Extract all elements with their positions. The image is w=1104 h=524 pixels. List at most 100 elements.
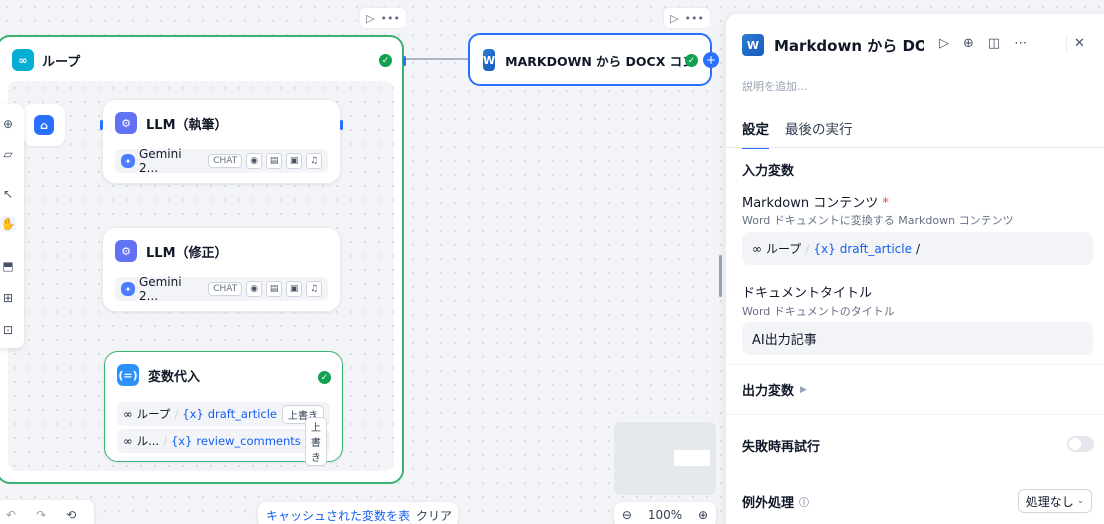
x-variable-icon: {x} [170,434,193,448]
image-icon: ▣ [286,281,303,297]
zoom-out-icon[interactable]: ⊖ [622,508,632,522]
note-icon[interactable]: ▱ [0,146,16,162]
success-check-icon: ✓ [685,54,698,67]
markdown-content-hint: Word ドキュメントに変換する Markdown コンテンツ [742,214,1014,227]
audio-icon: ♫ [306,153,322,169]
tab-divider [726,147,1104,148]
locate-icon[interactable]: ⊕ [963,36,974,51]
md-tail: / [915,241,921,256]
assign-var: review_comments [196,434,301,448]
minimap-viewport [674,450,710,466]
success-check-icon: ✓ [379,54,392,67]
doc-title-label: ドキュメントタイトル [742,286,873,301]
assign-title: 変数代入 [148,369,201,385]
gemini-icon: ✦ [121,154,135,168]
redo-icon[interactable]: ↷ [36,508,46,522]
llm-icon: ⚙ [115,112,137,134]
zoom-in-icon[interactable]: ⊕ [698,508,708,522]
node-toolbar-docx[interactable]: ▷ ••• [663,7,711,29]
loop-output-port[interactable] [403,56,406,66]
pointer-icon[interactable]: ↖ [0,186,16,202]
cache-vars-button[interactable]: キャッシュされた変数を表示 [258,502,431,524]
assign-row[interactable]: ∞ ル... / {x} review_comments 上書き [117,416,330,466]
hand-icon[interactable]: ✋ [0,216,16,232]
more-icon[interactable]: ⋯ [1014,36,1027,51]
minimap[interactable] [614,422,716,495]
document-icon: ▤ [266,281,283,297]
zoom-level[interactable]: 100% [648,508,682,522]
eye-icon: ◉ [246,153,263,169]
node-toolbar-loop[interactable]: ▷ ••• [359,7,407,29]
audio-icon: ♫ [306,281,322,297]
llm-revision-title: LLM（修正） [146,245,228,261]
doc-title-input[interactable]: AI出力記事 [742,322,1093,355]
tool-palette: ⊕ ▱ ↖ ✋ ⬒ ⊞ ⊡ [0,104,24,348]
model-selector[interactable]: ✦ Gemini 2... CHAT ◉ ▤ ▣ ♫ [115,275,328,303]
add-node-icon[interactable]: ⊕ [0,116,16,132]
loop-icon: ∞ [12,49,34,71]
word-icon: W [483,49,496,71]
description-input[interactable]: 説明を追加... [742,78,808,94]
doc-title-hint: Word ドキュメントのタイトル [742,305,895,318]
assign-scope: ループ [136,407,171,421]
input-vars-heading: 入力変数 [742,164,795,179]
history-icon[interactable]: ⟲ [66,508,76,522]
input-port[interactable] [100,120,103,130]
mode-chip: CHAT [208,154,243,168]
loop-start-node[interactable]: ⌂ [23,104,65,146]
eye-icon: ◉ [246,281,263,297]
clear-label: クリア [416,508,453,523]
tab-settings[interactable]: 設定 [742,118,769,149]
assign-row[interactable]: ∞ ループ / {x} draft_article 上書き [117,402,330,426]
markdown-content-label: Markdown コンテンツ [742,196,879,211]
split-view-icon[interactable]: ◫ [988,36,1000,51]
word-icon: W [742,34,764,56]
assign-scope: ル... [136,434,160,448]
llm-revision-node[interactable]: ⚙ LLM（修正） ✦ Gemini 2... CHAT ◉ ▤ ▣ ♫ [102,227,341,312]
undo-icon[interactable]: ↶ [6,508,16,522]
output-port[interactable] [340,120,343,130]
exception-select[interactable]: 処理なし ⌄ [1018,489,1092,513]
output-vars-label: 出力変数 [742,384,795,399]
run-icon[interactable]: ▷ [939,36,949,51]
export-image-icon[interactable]: ⬒ [0,258,16,274]
add-next-node-icon[interactable]: + [703,52,719,68]
loop-icon: ∞ [752,241,762,256]
model-name: Gemini 2... [138,147,182,175]
divider [726,364,1104,365]
md-scope: ループ [766,242,802,256]
organize-icon[interactable]: ⊞ [0,290,16,306]
output-vars-toggle[interactable]: 出力変数 ▶ [742,380,807,399]
play-icon[interactable]: ▷ [670,12,678,25]
play-icon[interactable]: ▷ [366,12,374,25]
panel-resize-handle[interactable] [719,255,722,297]
assign-var: draft_article [207,407,277,421]
panel-title[interactable]: Markdown から DOCX [774,35,924,56]
chevron-down-icon: ⌄ [1076,496,1085,506]
gemini-icon: ✦ [121,282,135,296]
variable-assign-node[interactable]: (=) 変数代入 ✓ ∞ ループ / {x} draft_article 上書き… [104,351,343,466]
markdown-content-input[interactable]: ∞ ループ / {x} draft_article / [742,232,1093,265]
exception-value: 処理なし [1025,494,1074,509]
llm-writing-node[interactable]: ⚙ LLM（執筆） ✦ Gemini 2... CHAT ◉ ▤ ▣ ♫ [100,99,343,184]
model-selector[interactable]: ✦ Gemini 2... CHAT ◉ ▤ ▣ ♫ [115,147,328,175]
more-icon[interactable]: ••• [380,12,399,25]
markdown-to-docx-node[interactable]: W MARKDOWN から DOCX コン ✓ + [468,33,719,86]
document-icon: ▤ [266,153,283,169]
image-icon: ▣ [286,153,303,169]
x-variable-icon: {x} [182,407,204,421]
clear-button[interactable]: クリア [410,502,459,524]
loop-icon: ∞ [123,434,133,448]
loop-icon: ∞ [123,407,133,421]
more-icon[interactable]: ••• [684,12,703,25]
zoom-controls: ⊖ 100% ⊕ [614,502,716,524]
divider [726,414,1104,415]
close-icon[interactable]: ✕ [1074,36,1085,51]
exception-label: 例外処理 [742,496,795,511]
retry-toggle[interactable] [1067,436,1094,452]
minimap-icon[interactable]: ⊡ [0,322,16,338]
help-icon[interactable]: ⓘ [799,494,809,509]
x-variable-icon: {x} [813,241,836,256]
tab-last-run[interactable]: 最後の実行 [785,118,853,149]
llm-icon: ⚙ [115,240,137,262]
